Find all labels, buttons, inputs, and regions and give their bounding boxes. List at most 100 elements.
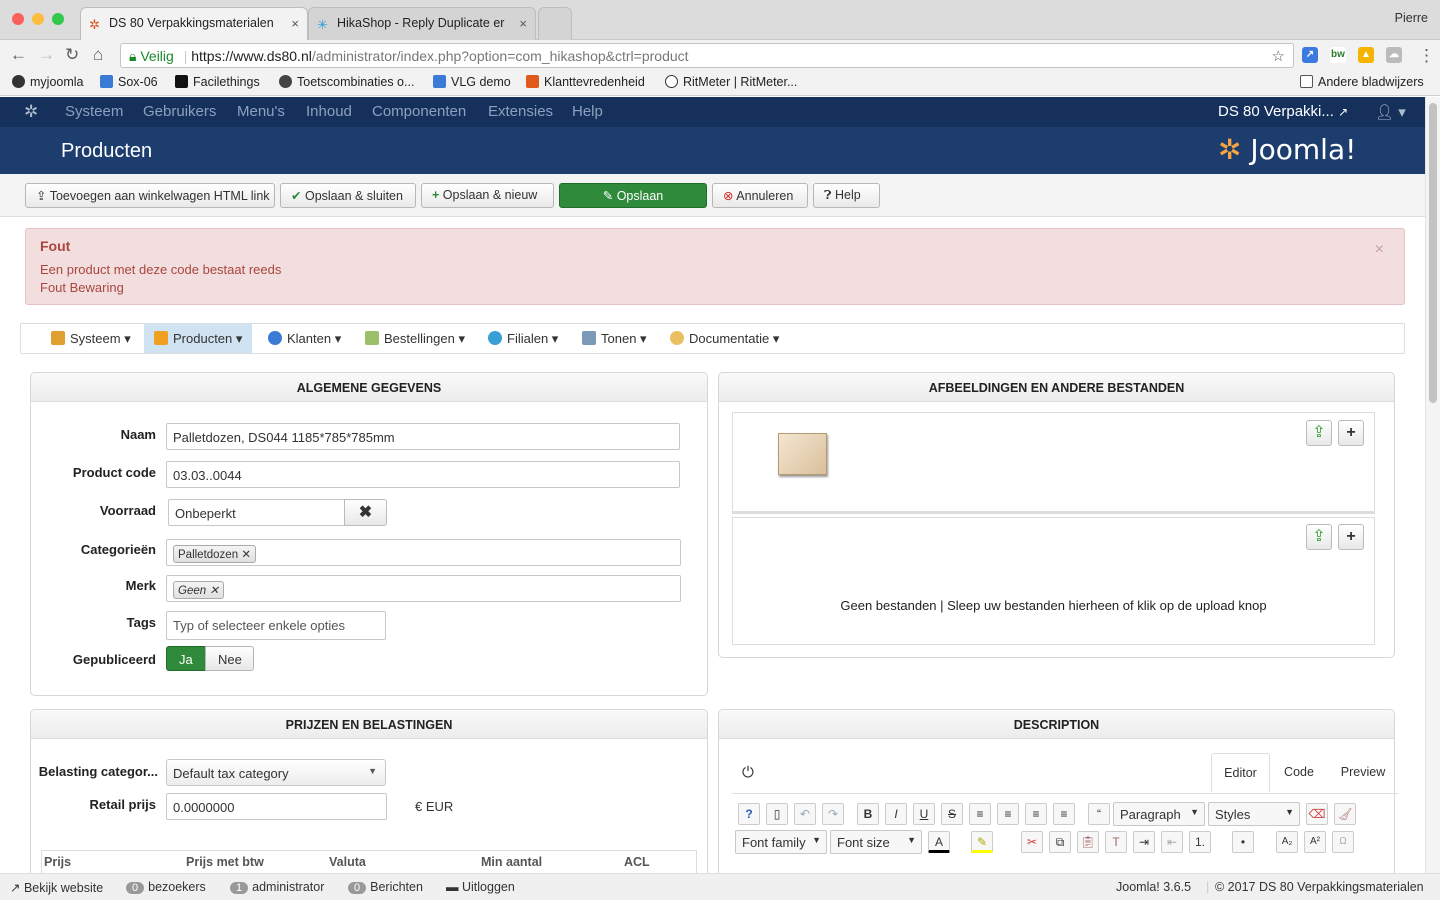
save-button[interactable]: ✎ Opslaan <box>559 183 707 208</box>
close-window-button[interactable] <box>12 13 24 25</box>
styles-select[interactable]: Styles ▼ <box>1208 802 1300 826</box>
tab-close-icon[interactable]: × <box>519 16 527 31</box>
add-file-button[interactable]: + <box>1338 524 1364 550</box>
bold-icon[interactable]: B <box>857 803 879 825</box>
indent-icon[interactable]: ⇥ <box>1133 831 1155 853</box>
page-scrollbar[interactable] <box>1425 97 1440 873</box>
file-drop-area[interactable] <box>732 517 1375 645</box>
hika-menu-customers[interactable]: Klanten ▾ <box>258 324 351 353</box>
brand-field[interactable]: Geen ✕ <box>166 575 681 602</box>
admin-menu-help[interactable]: Help <box>572 103 603 120</box>
new-document-icon[interactable]: ▯ <box>766 803 788 825</box>
admin-status[interactable]: 1 administrator <box>230 880 324 894</box>
drive-icon[interactable]: ▲ <box>1358 47 1374 63</box>
cleanup-icon[interactable]: 🧹︎ <box>1334 803 1356 825</box>
font-family-select[interactable]: Font family ▼ <box>735 830 827 854</box>
save-close-button[interactable]: ✔ Opslaan & sluiten <box>280 183 416 208</box>
hika-menu-system[interactable]: Systeem ▾ <box>41 324 141 353</box>
scrollbar-thumb[interactable] <box>1429 103 1437 403</box>
tab-preview[interactable]: Preview <box>1334 753 1392 793</box>
profile-name[interactable]: Pierre <box>1395 11 1428 25</box>
remove-chip-icon[interactable]: ✕ <box>209 585 219 597</box>
tab-hikashop[interactable]: ✳ HikaShop - Reply Duplicate er × <box>308 7 536 40</box>
joomla-logo-icon[interactable]: ✲ <box>24 102 38 122</box>
published-yes-button[interactable]: Ja <box>166 646 206 671</box>
underline-icon[interactable]: U <box>913 803 935 825</box>
save-new-button[interactable]: + Opslaan & nieuw <box>421 183 554 208</box>
alert-close-icon[interactable]: × <box>1375 241 1384 259</box>
tab-close-icon[interactable]: × <box>291 16 299 31</box>
paste-text-icon[interactable]: T <box>1105 831 1127 853</box>
cut-icon[interactable]: ✂ <box>1021 831 1043 853</box>
menu-dots-icon[interactable]: ⋮ <box>1418 46 1435 66</box>
reload-icon[interactable]: ↻ <box>65 45 79 65</box>
align-right-icon[interactable]: ≡ <box>1053 803 1075 825</box>
back-icon[interactable]: ← <box>10 45 27 65</box>
maximize-window-button[interactable] <box>52 13 64 25</box>
extension-icon[interactable]: bw <box>1330 47 1346 63</box>
bookmark-item[interactable]: Facilethings <box>175 75 260 89</box>
site-link[interactable]: DS 80 Verpakki... ↗ <box>1218 103 1348 120</box>
text-color-icon[interactable]: A <box>928 831 950 853</box>
user-icon[interactable]: 👤︎ ▾ <box>1375 103 1406 121</box>
hika-menu-documentation[interactable]: Documentatie ▾ <box>660 324 789 353</box>
upload-image-button[interactable]: ⇪ <box>1306 420 1332 446</box>
format-select[interactable]: Paragraph ▼ <box>1113 802 1205 826</box>
bookmark-item[interactable]: Toetscombinaties o... <box>279 75 414 89</box>
subscript-icon[interactable]: A₂ <box>1276 831 1298 853</box>
italic-icon[interactable]: I <box>885 803 907 825</box>
add-image-button[interactable]: + <box>1338 420 1364 446</box>
strikethrough-icon[interactable]: S <box>941 803 963 825</box>
font-size-select[interactable]: Font size ▼ <box>830 830 922 854</box>
align-center-icon[interactable]: ≡ <box>997 803 1019 825</box>
copy-icon[interactable]: ⧉ <box>1049 831 1071 853</box>
published-no-button[interactable]: Nee <box>205 646 254 671</box>
superscript-icon[interactable]: A² <box>1304 831 1326 853</box>
minimize-window-button[interactable] <box>32 13 44 25</box>
admin-menu-users[interactable]: Gebruikers <box>143 103 216 120</box>
bookmark-item[interactable]: RitMeter | RitMeter... <box>665 75 797 89</box>
power-toggle-icon[interactable]: ⏻ <box>742 764 754 781</box>
blockquote-icon[interactable]: “ <box>1088 803 1110 825</box>
image-drop-area[interactable] <box>732 412 1375 514</box>
add-cart-link-button[interactable]: ⇪ Toevoegen aan winkelwagen HTML link <box>25 183 275 208</box>
highlight-color-icon[interactable]: ✎ <box>971 831 993 853</box>
other-bookmarks[interactable]: Andere bladwijzers <box>1300 75 1424 89</box>
tax-category-select[interactable]: Default tax category ▼ <box>166 759 386 786</box>
special-chars-icon[interactable]: Ω <box>1332 831 1354 853</box>
retail-price-input[interactable]: 0.0000000 <box>166 793 387 820</box>
bookmark-item[interactable]: myjoomla <box>12 75 84 89</box>
logout-link[interactable]: ▬ Uitloggen <box>446 880 515 894</box>
help-icon[interactable]: ? <box>738 803 760 825</box>
bookmark-item[interactable]: Sox-06 <box>100 75 158 89</box>
forward-icon[interactable]: → <box>38 45 55 65</box>
messages-status[interactable]: 0 Berichten <box>348 880 423 894</box>
extension-icon[interactable]: ☁ <box>1386 47 1402 63</box>
hika-menu-products[interactable]: Producten ▾ <box>144 324 253 353</box>
name-input[interactable]: Palletdozen, DS044 1185*785*785mm <box>166 423 680 450</box>
admin-menu-content[interactable]: Inhoud <box>306 103 352 120</box>
view-site-link[interactable]: ↗ Bekijk website <box>10 880 103 895</box>
product-code-input[interactable]: 03.03..0044 <box>166 461 680 488</box>
url-input[interactable]: 🔒︎ Veilig | https://www.ds80.nl/administ… <box>120 43 1294 68</box>
hika-menu-affiliates[interactable]: Filialen ▾ <box>478 324 568 353</box>
new-tab-button[interactable] <box>538 7 572 40</box>
tab-code[interactable]: Code <box>1276 753 1322 793</box>
visitors-status[interactable]: 0 bezoekers <box>126 880 206 894</box>
outdent-icon[interactable]: ⇤ <box>1161 831 1183 853</box>
extension-icon[interactable]: ↗ <box>1302 47 1318 63</box>
admin-menu-menus[interactable]: Menu's <box>237 103 285 120</box>
bookmark-item[interactable]: VLG demo <box>433 75 511 89</box>
admin-menu-components[interactable]: Componenten <box>372 103 466 120</box>
admin-menu-extensions[interactable]: Extensies <box>488 103 553 120</box>
tab-ds80[interactable]: ✲ DS 80 Verpakkingsmaterialen × <box>80 7 308 40</box>
bookmark-item[interactable]: Klanttevredenheid <box>526 75 645 89</box>
upload-file-button[interactable]: ⇪ <box>1306 524 1332 550</box>
admin-menu-system[interactable]: Systeem <box>65 103 123 120</box>
align-left-icon[interactable]: ≡ <box>1025 803 1047 825</box>
align-justify-icon[interactable]: ≡ <box>969 803 991 825</box>
help-button[interactable]: ❓︎ Help <box>813 183 880 208</box>
redo-icon[interactable]: ↷ <box>822 803 844 825</box>
cancel-button[interactable]: ⊗ Annuleren <box>712 183 808 208</box>
numbered-list-icon[interactable]: 1. <box>1189 831 1211 853</box>
